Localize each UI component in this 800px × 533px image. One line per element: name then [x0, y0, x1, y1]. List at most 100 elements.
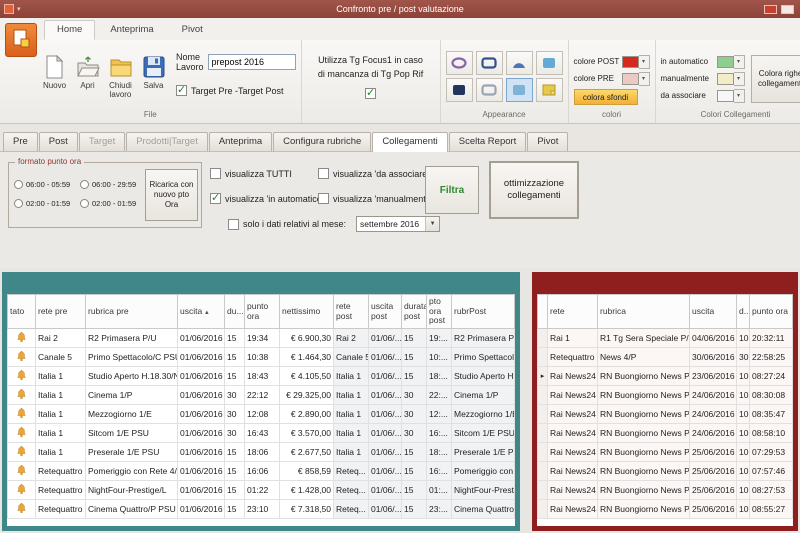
nuovo-button[interactable]: Nuovo: [39, 55, 70, 91]
cell[interactable]: 01/06/2016: [178, 386, 225, 405]
cell[interactable]: Italia 1: [36, 424, 86, 443]
cell[interactable]: 10: [737, 462, 750, 481]
cell[interactable]: Pomeriggio con Rete 4...: [452, 462, 515, 481]
cell[interactable]: 01/06/...: [369, 443, 402, 462]
cell[interactable]: NightFour-Prestige/L: [86, 481, 178, 500]
cell[interactable]: 30: [225, 424, 245, 443]
cell[interactable]: 10:38: [245, 348, 280, 367]
cell[interactable]: RN Buongiorno News P/U: [598, 405, 690, 424]
cell[interactable]: Rai 2: [334, 329, 369, 348]
cell[interactable]: 15: [225, 462, 245, 481]
cell[interactable]: 25/06/2016: [690, 462, 737, 481]
cell[interactable]: 30: [402, 386, 427, 405]
target-pre-post-checkbox[interactable]: [176, 85, 187, 96]
grid-row[interactable]: Italia 1Cinema 1/P01/06/20163022:12€ 29.…: [8, 386, 515, 405]
cell[interactable]: 30: [737, 348, 750, 367]
colora-sfondi-button[interactable]: colora sfondi: [574, 89, 638, 105]
cell[interactable]: € 2.890,00: [280, 405, 334, 424]
cell[interactable]: 01/06/...: [369, 348, 402, 367]
cell[interactable]: 01/06/2016: [178, 462, 225, 481]
cell[interactable]: 18:...: [427, 367, 452, 386]
cell[interactable]: 15: [402, 462, 427, 481]
cell[interactable]: € 4.105,50: [280, 367, 334, 386]
cell[interactable]: 08:30:08: [750, 386, 793, 405]
checkbox-box[interactable]: [210, 168, 221, 179]
tab-post[interactable]: Post: [39, 132, 78, 151]
application-menu-button[interactable]: [5, 23, 37, 57]
row-selector[interactable]: [538, 329, 548, 348]
grid-row[interactable]: ▸Rai News24RN Buongiorno News P/U23/06/2…: [538, 367, 793, 386]
cell[interactable]: € 29.325,00: [280, 386, 334, 405]
cell[interactable]: Sitcom 1/E PSU: [86, 424, 178, 443]
cell[interactable]: Rai News24: [548, 367, 598, 386]
radio-formato-4[interactable]: 02:00 - 01:59: [80, 194, 146, 213]
cell[interactable]: RN Buongiorno News P/U: [598, 500, 690, 519]
appearance-style-6-button[interactable]: [476, 78, 503, 102]
row-selector[interactable]: ▸: [538, 367, 548, 386]
column-header-rubrica-pre[interactable]: rubrica pre: [86, 295, 178, 329]
cell[interactable]: 23:...: [427, 500, 452, 519]
mese-checkbox[interactable]: [228, 219, 239, 230]
cell[interactable]: Cinema 1/P: [452, 386, 515, 405]
checkbox-visualizza-in-automatico[interactable]: visualizza 'in automatico': [210, 193, 323, 204]
cell[interactable]: 08:27:53: [750, 481, 793, 500]
cell[interactable]: 15: [402, 367, 427, 386]
grid-row[interactable]: Rai News24RN Buongiorno News P/U25/06/20…: [538, 462, 793, 481]
radio-button[interactable]: [80, 180, 89, 189]
cell[interactable]: 30: [402, 405, 427, 424]
status-bell-icon[interactable]: [8, 367, 36, 386]
ottimizzazione-collegamenti-button[interactable]: ottimizzazione collegamenti: [489, 161, 579, 219]
column-header-nettissimo[interactable]: nettissimo: [280, 295, 334, 329]
cell[interactable]: 10: [737, 329, 750, 348]
cell[interactable]: € 1.428,00: [280, 481, 334, 500]
grid-row[interactable]: RetequattroPomeriggio con Rete 4/C ...01…: [8, 462, 515, 481]
appearance-style-2-button[interactable]: [476, 51, 503, 75]
cell[interactable]: Preserale 1/E PSU: [452, 443, 515, 462]
cell[interactable]: 15: [225, 500, 245, 519]
appearance-style-7-button[interactable]: [506, 78, 533, 102]
cell[interactable]: 30: [225, 386, 245, 405]
grid-row[interactable]: Canale 5Primo Spettacolo/C PSU01/06/2016…: [8, 348, 515, 367]
cell[interactable]: 08:55:27: [750, 500, 793, 519]
grid-row[interactable]: Italia 1Sitcom 1/E PSU01/06/20163016:43€…: [8, 424, 515, 443]
cell[interactable]: Rai News24: [548, 500, 598, 519]
chevron-down-icon[interactable]: ▼: [425, 217, 439, 231]
cell[interactable]: Italia 1: [36, 367, 86, 386]
cell[interactable]: Studio Aperto H.18.30/N: [86, 367, 178, 386]
cell[interactable]: Preserale 1/E PSU: [86, 443, 178, 462]
status-bell-icon[interactable]: [8, 386, 36, 405]
cell[interactable]: 15: [225, 481, 245, 500]
cell[interactable]: Rai News24: [548, 405, 598, 424]
cell[interactable]: Retequattro: [36, 462, 86, 481]
cell[interactable]: 15: [402, 481, 427, 500]
cell[interactable]: 04/06/2016: [690, 329, 737, 348]
ribbon-tab-home[interactable]: Home: [44, 20, 95, 40]
colore-pre-dropdown-icon[interactable]: ▾: [639, 72, 650, 86]
cell[interactable]: Rai News24: [548, 462, 598, 481]
status-bell-icon[interactable]: [8, 500, 36, 519]
cell[interactable]: 12:...: [427, 405, 452, 424]
tab-pre[interactable]: Pre: [3, 132, 38, 151]
cell[interactable]: News 4/P: [598, 348, 690, 367]
cell[interactable]: 22:12: [245, 386, 280, 405]
cell[interactable]: Rai News24: [548, 481, 598, 500]
cell[interactable]: 18:...: [427, 443, 452, 462]
cell[interactable]: 08:58:10: [750, 424, 793, 443]
cell[interactable]: Retequattro: [36, 500, 86, 519]
cell[interactable]: RN Buongiorno News P/U: [598, 424, 690, 443]
cell[interactable]: Cinema 1/P: [86, 386, 178, 405]
cell[interactable]: 16:43: [245, 424, 280, 443]
cell[interactable]: Rai 2: [36, 329, 86, 348]
appearance-style-3-button[interactable]: [506, 51, 533, 75]
cell[interactable]: 30: [402, 424, 427, 443]
tgfocus-checkbox[interactable]: [365, 88, 376, 99]
da-associare-dropdown-icon[interactable]: ▾: [734, 89, 745, 103]
row-selector[interactable]: [538, 424, 548, 443]
grid-row[interactable]: Rai 2R2 Primasera P/U01/06/20161519:34€ …: [8, 329, 515, 348]
cell[interactable]: 01/06/2016: [178, 424, 225, 443]
cell[interactable]: 01/06/2016: [178, 348, 225, 367]
appearance-style-4-button[interactable]: [536, 51, 563, 75]
grid-row[interactable]: Rai News24RN Buongiorno News P/U24/06/20…: [538, 405, 793, 424]
colore-post-dropdown-icon[interactable]: ▾: [639, 55, 650, 69]
radio-button[interactable]: [14, 180, 23, 189]
